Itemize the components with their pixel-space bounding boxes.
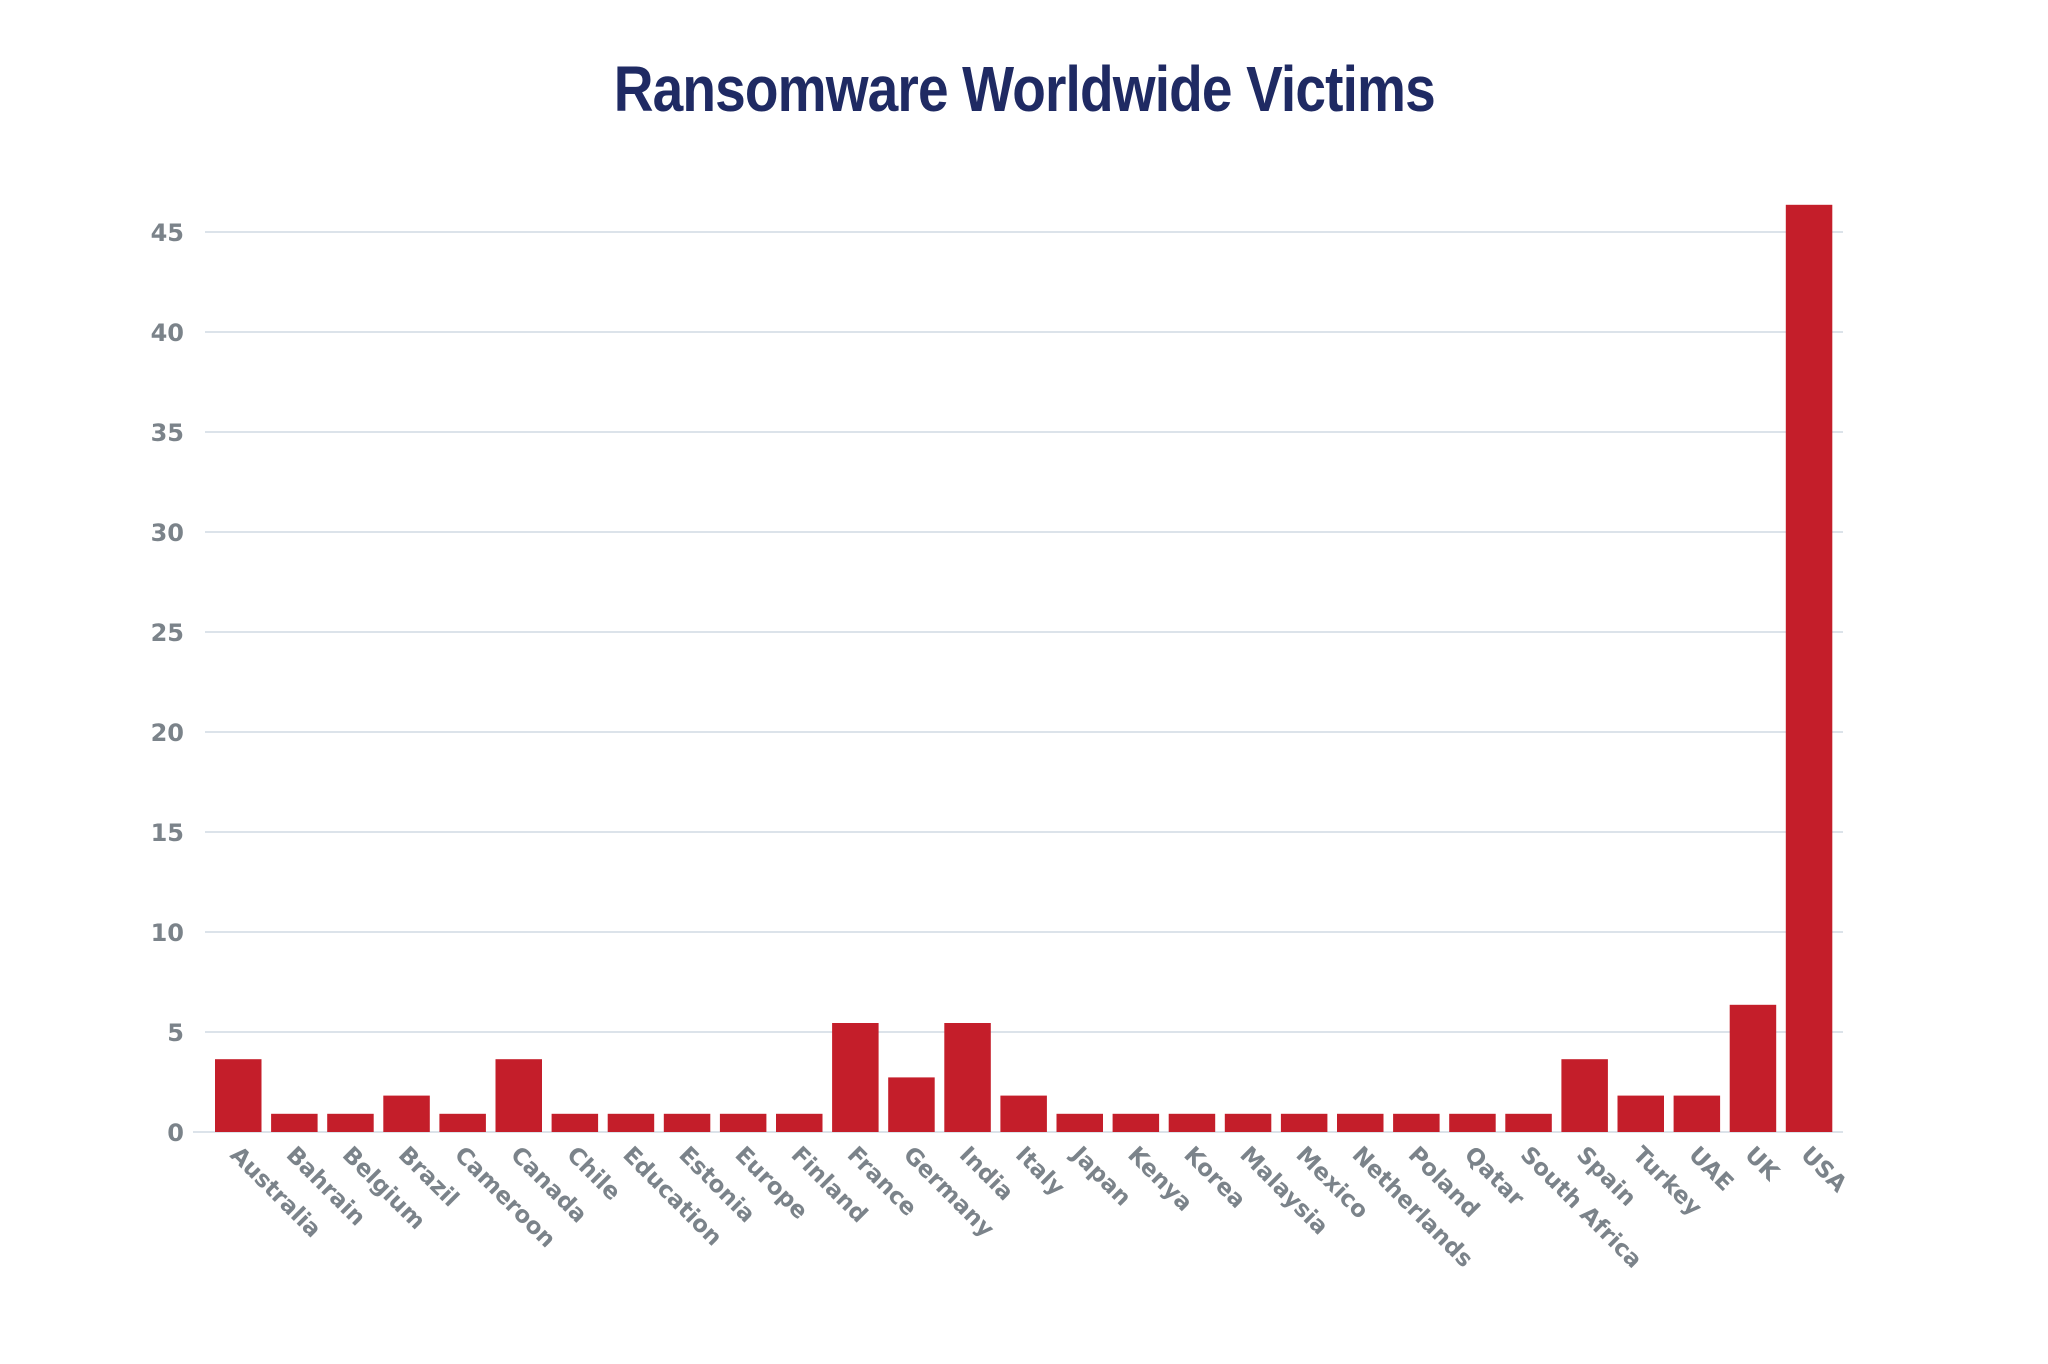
bar-qatar — [1449, 1113, 1496, 1132]
bar-korea — [1168, 1113, 1216, 1132]
bar-belgium — [327, 1113, 374, 1132]
bar-spain — [1561, 1059, 1608, 1132]
bar-usa — [1785, 204, 1833, 1133]
bar-uae — [1673, 1095, 1721, 1132]
bar-netherlands — [1337, 1113, 1384, 1132]
bar-bahrain — [271, 1113, 318, 1132]
bar-canada — [495, 1059, 542, 1132]
x-tick-label: USA — [1796, 1142, 1852, 1198]
y-tick-label: 45 — [151, 219, 184, 247]
bar-brazil — [383, 1095, 430, 1132]
bar-education — [607, 1113, 655, 1132]
y-tick-label: 10 — [151, 919, 184, 947]
bar-mexico — [1280, 1113, 1328, 1132]
bar-finland — [776, 1113, 823, 1132]
y-tick-label: 25 — [151, 619, 184, 647]
x-axis-labels: AustraliaBahrainBelgiumBrazilCameroonCan… — [225, 1140, 1852, 1273]
y-tick-label: 15 — [151, 819, 184, 847]
bar-kenya — [1112, 1113, 1160, 1132]
bar-cameroon — [439, 1113, 486, 1132]
bars — [215, 204, 1833, 1133]
bar-japan — [1056, 1113, 1103, 1132]
y-tick-label: 40 — [151, 319, 184, 347]
x-tick-label: Italy — [1010, 1142, 1069, 1201]
bar-italy — [1000, 1095, 1047, 1132]
x-tick-label: UK — [1739, 1142, 1784, 1187]
bar-south-africa — [1505, 1113, 1552, 1132]
bar-uk — [1729, 1004, 1777, 1132]
y-tick-label: 0 — [167, 1119, 184, 1147]
bar-germany — [888, 1077, 935, 1132]
bar-poland — [1393, 1113, 1440, 1132]
x-tick-label: Japan — [1065, 1140, 1136, 1211]
bar-turkey — [1617, 1095, 1664, 1132]
bar-malaysia — [1224, 1113, 1272, 1132]
y-axis-ticks: 0 5 10 15 20 25 30 35 40 45 — [151, 219, 184, 1147]
y-tick-label: 35 — [151, 419, 184, 447]
bar-australia — [215, 1059, 262, 1132]
bar-chart: 0 5 10 15 20 25 30 35 40 45 AustraliaBahrainBelgi… — [151, 204, 1852, 1274]
y-tick-label: 20 — [151, 719, 184, 747]
gridlines — [193, 231, 1843, 1133]
bar-france — [832, 1023, 879, 1132]
y-tick-label: 5 — [167, 1019, 184, 1047]
bar-india — [944, 1023, 991, 1132]
bar-europe — [719, 1113, 767, 1132]
bar-estonia — [663, 1113, 711, 1132]
y-tick-label: 30 — [151, 519, 184, 547]
bar-chile — [551, 1113, 599, 1132]
